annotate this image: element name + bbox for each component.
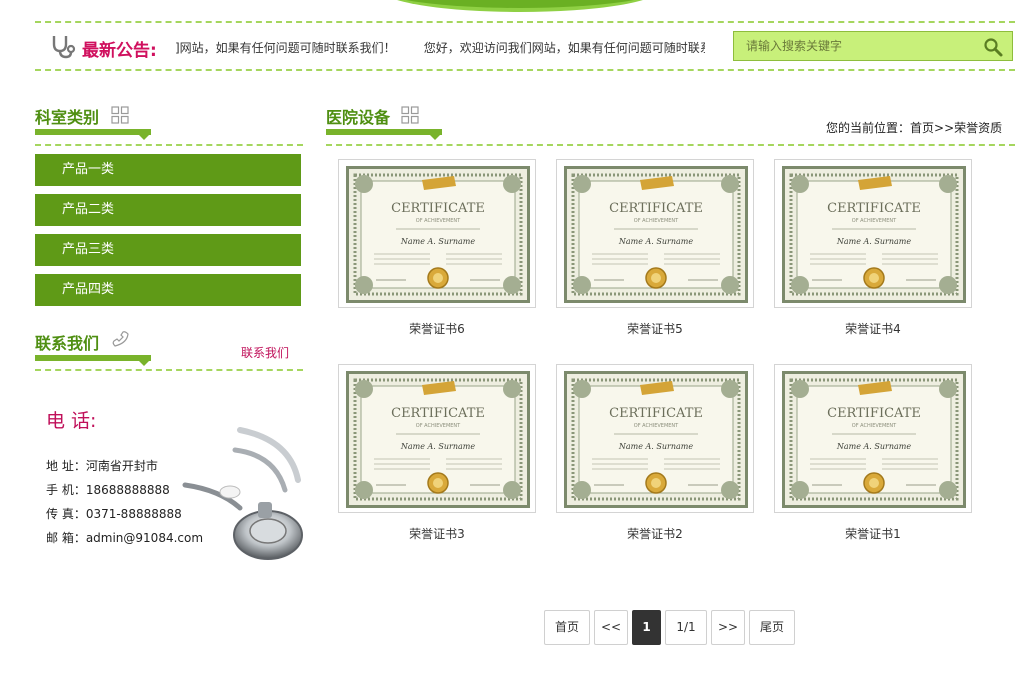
breadcrumb: 您的当前位置：首页>>荣誉资质: [826, 119, 1002, 136]
certificate-name: Name A. Surname: [400, 237, 475, 246]
certificate-name: Name A. Surname: [836, 237, 911, 246]
contact-title-underline: [35, 355, 151, 361]
certificate-subheading: OF ACHIEVEMENT: [634, 423, 679, 429]
pagination-last-button[interactable]: 尾页: [749, 610, 795, 645]
categories-title-underline: [35, 129, 151, 135]
breadcrumb-home-link[interactable]: 首页: [910, 121, 934, 135]
sidebar-item-category-3[interactable]: 产品三类: [35, 234, 301, 266]
certificate-subheading: OF ACHIEVEMENT: [852, 218, 897, 224]
certificate-heading: CERTIFICATE: [391, 201, 485, 216]
certificate-image: CERTIFICATE OF ACHIEVEMENT Name A. Surname: [346, 371, 530, 508]
stethoscope-icon: [52, 36, 76, 59]
address-text: 地 址：河南省开封市: [46, 459, 158, 473]
header-arc-decoration: [380, 0, 660, 12]
certificate-subheading: OF ACHIEVEMENT: [416, 423, 461, 429]
certificate-card[interactable]: CERTIFICATE OF ACHIEVEMENT Name A. Surname: [774, 159, 972, 308]
main-title-underline: [326, 129, 442, 135]
sidebar-item-category-4[interactable]: 产品四类: [35, 274, 301, 306]
pagination-page-info: 1/1: [665, 610, 707, 645]
certificate-heading: CERTIFICATE: [391, 406, 485, 421]
certificate-image: CERTIFICATE OF ACHIEVEMENT Name A. Surname: [564, 371, 748, 508]
certificate-image: CERTIFICATE OF ACHIEVEMENT Name A. Surname: [346, 166, 530, 303]
categories-title: 科室类别: [35, 108, 100, 127]
certificate-heading: CERTIFICATE: [609, 406, 703, 421]
search-box: [733, 31, 1013, 61]
certificate-caption[interactable]: 荣誉证书4: [774, 320, 972, 337]
search-input[interactable]: [734, 32, 964, 60]
pagination-first-button[interactable]: 首页: [544, 610, 590, 645]
notice-message: ]网站，如果有任何问题可随时联系我们！: [175, 41, 396, 55]
certificate-image: CERTIFICATE OF ACHIEVEMENT Name A. Surname: [564, 166, 748, 303]
phone-label: 电 话:: [46, 410, 97, 432]
certificate-card[interactable]: CERTIFICATE OF ACHIEVEMENT Name A. Surname: [556, 364, 754, 513]
pagination-current-page[interactable]: 1: [632, 610, 661, 645]
notice-bottom-divider: [35, 69, 1015, 71]
mobile-text: 手 机：18688888888: [46, 483, 170, 497]
pagination-prev-button[interactable]: <<: [594, 610, 628, 645]
contact-divider: [35, 369, 303, 371]
contact-title-arrow: [137, 359, 151, 366]
main-title-arrow: [428, 133, 442, 140]
fax-text: 传 真：0371-88888888: [46, 507, 182, 521]
contact-us-link[interactable]: 联系我们: [241, 344, 289, 361]
certificate-caption[interactable]: 荣誉证书5: [556, 320, 754, 337]
certificate-name: Name A. Surname: [836, 442, 911, 451]
certificate-subheading: OF ACHIEVEMENT: [416, 218, 461, 224]
main-divider: [326, 144, 1015, 146]
notice-top-divider: [35, 21, 1015, 23]
certificate-heading: CERTIFICATE: [827, 406, 921, 421]
main-title: 医院设备: [326, 108, 391, 127]
certificate-card[interactable]: CERTIFICATE OF ACHIEVEMENT Name A. Surname: [774, 364, 972, 513]
certificate-name: Name A. Surname: [618, 237, 693, 246]
categories-title-arrow: [137, 133, 151, 140]
notice-message: 您好，欢迎访问我们网站，如果有任何问题可随时联系: [423, 41, 705, 55]
search-icon[interactable]: [982, 36, 1004, 58]
certificate-card[interactable]: CERTIFICATE OF ACHIEVEMENT Name A. Surname: [338, 364, 536, 513]
certificate-heading: CERTIFICATE: [827, 201, 921, 216]
certificate-caption[interactable]: 荣誉证书2: [556, 525, 754, 542]
stethoscope-image: [182, 427, 303, 560]
certificate-image: CERTIFICATE OF ACHIEVEMENT Name A. Surname: [782, 371, 966, 508]
notice-marquee: ]网站，如果有任何问题可随时联系我们！ 您好，欢迎访问我们网站，如果有任何问题可随…: [175, 39, 705, 57]
breadcrumb-prefix: 您的当前位置：: [826, 121, 911, 135]
certificate-heading: CERTIFICATE: [609, 201, 703, 216]
certificate-caption[interactable]: 荣誉证书1: [774, 525, 972, 542]
certificate-subheading: OF ACHIEVEMENT: [634, 218, 679, 224]
contact-title: 联系我们: [35, 334, 100, 353]
certificate-image: CERTIFICATE OF ACHIEVEMENT Name A. Surname: [782, 166, 966, 303]
phone-icon: [112, 331, 129, 347]
certificate-card[interactable]: CERTIFICATE OF ACHIEVEMENT Name A. Surname: [338, 159, 536, 308]
certificate-subheading: OF ACHIEVEMENT: [852, 423, 897, 429]
categories-divider: [35, 144, 303, 146]
pagination-next-button[interactable]: >>: [711, 610, 745, 645]
certificate-name: Name A. Surname: [400, 442, 475, 451]
certificate-name: Name A. Surname: [618, 442, 693, 451]
grid-icon: [111, 106, 129, 124]
notice-title: 最新公告:: [82, 41, 157, 61]
certificate-caption[interactable]: 荣誉证书3: [338, 525, 536, 542]
breadcrumb-current: 荣誉资质: [954, 121, 1003, 135]
certificate-caption[interactable]: 荣誉证书6: [338, 320, 536, 337]
certificate-card[interactable]: CERTIFICATE OF ACHIEVEMENT Name A. Surname: [556, 159, 754, 308]
grid-icon: [401, 106, 419, 124]
sidebar-item-category-1[interactable]: 产品一类: [35, 154, 301, 186]
breadcrumb-separator: >>: [934, 121, 955, 135]
sidebar-item-category-2[interactable]: 产品二类: [35, 194, 301, 226]
